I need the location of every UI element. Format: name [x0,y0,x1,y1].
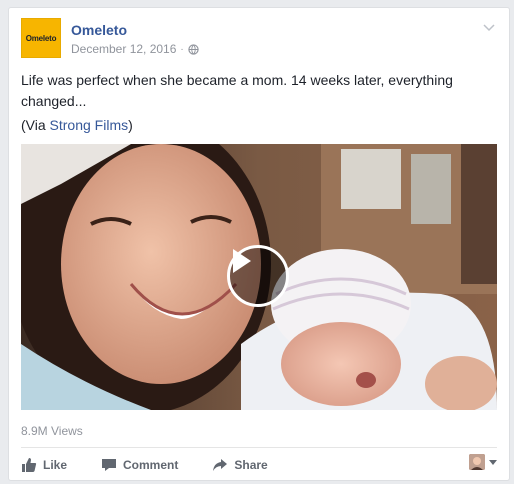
post-card: Omeleto Omeleto December 12, 2016 · Life… [8,7,510,481]
post-header: Omeleto Omeleto December 12, 2016 · [21,18,497,62]
play-icon[interactable] [227,245,289,307]
share-button[interactable]: Share [212,457,268,473]
share-label: Share [234,458,268,472]
divider [21,447,497,448]
comment-label: Comment [123,458,179,472]
via-suffix: ) [128,117,133,133]
globe-icon[interactable] [188,43,199,55]
via-prefix: (Via [21,117,50,133]
caret-down-icon [489,459,497,465]
video-player[interactable] [21,144,497,410]
post-message: Life was perfect when she became a mom. … [21,72,453,109]
post-via: (Via Strong Films) [21,117,133,133]
like-button[interactable]: Like [21,457,67,473]
post-meta: December 12, 2016 · [71,42,199,56]
action-bar: Like Comment Share [21,452,497,478]
chevron-down-icon[interactable] [481,20,497,36]
separator-dot: · [180,43,184,55]
post-date[interactable]: December 12, 2016 [71,42,176,56]
share-icon [213,459,228,471]
comment-button[interactable]: Comment [101,457,178,473]
like-label: Like [43,458,68,472]
audience-avatar-select[interactable] [469,454,497,470]
view-count: 8.9M Views [21,424,83,438]
comment-icon [102,459,117,471]
page-logo[interactable]: Omeleto [21,18,61,58]
logo-text: Omeleto [25,33,57,43]
via-link[interactable]: Strong Films [50,117,129,133]
avatar [469,454,485,470]
page-name-link[interactable]: Omeleto [71,22,127,38]
thumbs-up-icon [22,458,37,472]
